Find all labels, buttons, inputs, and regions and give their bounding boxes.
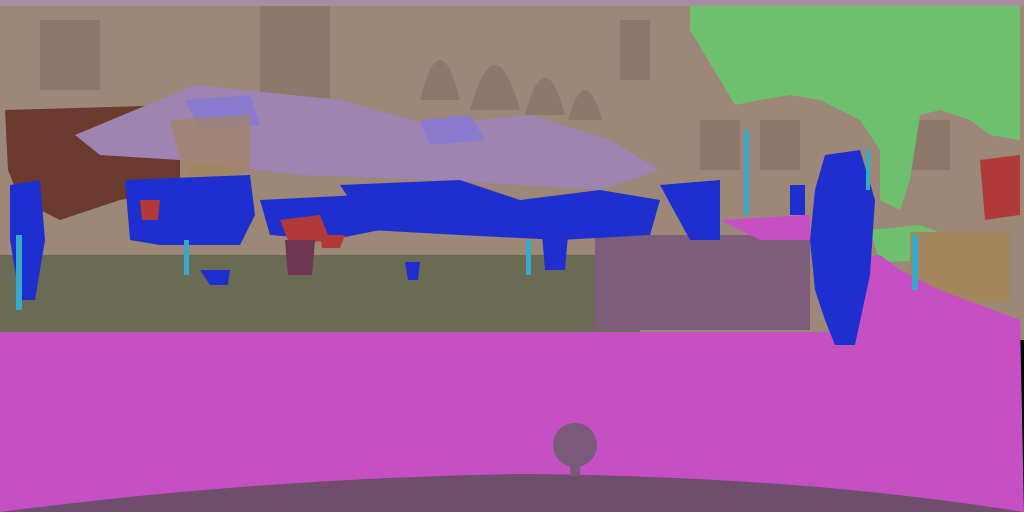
terrain-region <box>0 255 640 333</box>
segmentation-overlay <box>0 0 1024 512</box>
road-patch <box>595 235 810 330</box>
segmentation-scene <box>0 0 1024 512</box>
bike-region <box>285 240 315 275</box>
sky-strip <box>0 0 1024 6</box>
